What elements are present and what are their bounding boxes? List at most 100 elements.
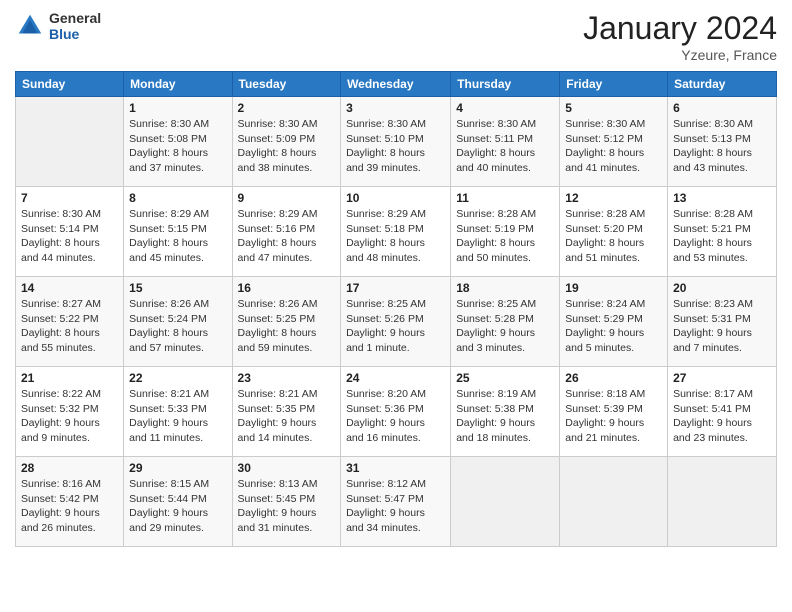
daylight: Daylight: 8 hours and 57 minutes. xyxy=(129,326,226,355)
logo: General Blue xyxy=(15,10,101,42)
sunrise: Sunrise: 8:30 AM xyxy=(238,117,336,132)
calendar-cell-w4-d6 xyxy=(668,457,777,547)
day-number: 20 xyxy=(673,281,771,295)
day-info: Sunrise: 8:30 AM Sunset: 5:11 PM Dayligh… xyxy=(456,117,554,176)
calendar-cell-w1-d2: 9 Sunrise: 8:29 AM Sunset: 5:16 PM Dayli… xyxy=(232,187,341,277)
day-number: 2 xyxy=(238,101,336,115)
logo-text: General Blue xyxy=(49,10,101,42)
calendar-cell-w3-d3: 24 Sunrise: 8:20 AM Sunset: 5:36 PM Dayl… xyxy=(341,367,451,457)
day-number: 3 xyxy=(346,101,445,115)
title-block: January 2024 Yzeure, France xyxy=(583,10,777,63)
day-info: Sunrise: 8:20 AM Sunset: 5:36 PM Dayligh… xyxy=(346,387,445,446)
calendar-cell-w3-d1: 22 Sunrise: 8:21 AM Sunset: 5:33 PM Dayl… xyxy=(124,367,232,457)
day-info: Sunrise: 8:21 AM Sunset: 5:33 PM Dayligh… xyxy=(129,387,226,446)
sunrise: Sunrise: 8:20 AM xyxy=(346,387,445,402)
calendar-cell-w0-d4: 4 Sunrise: 8:30 AM Sunset: 5:11 PM Dayli… xyxy=(451,97,560,187)
sunset: Sunset: 5:35 PM xyxy=(238,402,336,417)
col-thursday: Thursday xyxy=(451,72,560,97)
sunrise: Sunrise: 8:30 AM xyxy=(21,207,118,222)
day-number: 7 xyxy=(21,191,118,205)
calendar-cell-w4-d2: 30 Sunrise: 8:13 AM Sunset: 5:45 PM Dayl… xyxy=(232,457,341,547)
daylight: Daylight: 8 hours and 41 minutes. xyxy=(565,146,662,175)
sunset: Sunset: 5:44 PM xyxy=(129,492,226,507)
sunset: Sunset: 5:12 PM xyxy=(565,132,662,147)
daylight: Daylight: 8 hours and 37 minutes. xyxy=(129,146,226,175)
week-row-3: 21 Sunrise: 8:22 AM Sunset: 5:32 PM Dayl… xyxy=(16,367,777,457)
col-friday: Friday xyxy=(560,72,668,97)
daylight: Daylight: 8 hours and 40 minutes. xyxy=(456,146,554,175)
day-info: Sunrise: 8:30 AM Sunset: 5:09 PM Dayligh… xyxy=(238,117,336,176)
day-info: Sunrise: 8:23 AM Sunset: 5:31 PM Dayligh… xyxy=(673,297,771,356)
day-number: 31 xyxy=(346,461,445,475)
sunset: Sunset: 5:20 PM xyxy=(565,222,662,237)
daylight: Daylight: 9 hours and 21 minutes. xyxy=(565,416,662,445)
day-info: Sunrise: 8:25 AM Sunset: 5:26 PM Dayligh… xyxy=(346,297,445,356)
sunset: Sunset: 5:39 PM xyxy=(565,402,662,417)
daylight: Daylight: 8 hours and 50 minutes. xyxy=(456,236,554,265)
day-number: 18 xyxy=(456,281,554,295)
day-info: Sunrise: 8:13 AM Sunset: 5:45 PM Dayligh… xyxy=(238,477,336,536)
week-row-1: 7 Sunrise: 8:30 AM Sunset: 5:14 PM Dayli… xyxy=(16,187,777,277)
day-number: 13 xyxy=(673,191,771,205)
sunset: Sunset: 5:21 PM xyxy=(673,222,771,237)
day-number: 19 xyxy=(565,281,662,295)
daylight: Daylight: 8 hours and 51 minutes. xyxy=(565,236,662,265)
col-saturday: Saturday xyxy=(668,72,777,97)
calendar-cell-w3-d0: 21 Sunrise: 8:22 AM Sunset: 5:32 PM Dayl… xyxy=(16,367,124,457)
daylight: Daylight: 8 hours and 59 minutes. xyxy=(238,326,336,355)
daylight: Daylight: 8 hours and 47 minutes. xyxy=(238,236,336,265)
day-number: 5 xyxy=(565,101,662,115)
day-info: Sunrise: 8:30 AM Sunset: 5:13 PM Dayligh… xyxy=(673,117,771,176)
calendar-cell-w0-d2: 2 Sunrise: 8:30 AM Sunset: 5:09 PM Dayli… xyxy=(232,97,341,187)
day-number: 14 xyxy=(21,281,118,295)
logo-general: General xyxy=(49,10,101,26)
daylight: Daylight: 8 hours and 48 minutes. xyxy=(346,236,445,265)
day-info: Sunrise: 8:28 AM Sunset: 5:21 PM Dayligh… xyxy=(673,207,771,266)
sunset: Sunset: 5:45 PM xyxy=(238,492,336,507)
sunrise: Sunrise: 8:25 AM xyxy=(456,297,554,312)
day-info: Sunrise: 8:12 AM Sunset: 5:47 PM Dayligh… xyxy=(346,477,445,536)
calendar-cell-w4-d4 xyxy=(451,457,560,547)
day-number: 22 xyxy=(129,371,226,385)
day-number: 16 xyxy=(238,281,336,295)
daylight: Daylight: 9 hours and 3 minutes. xyxy=(456,326,554,355)
col-wednesday: Wednesday xyxy=(341,72,451,97)
header: General Blue January 2024 Yzeure, France xyxy=(15,10,777,63)
day-number: 30 xyxy=(238,461,336,475)
day-info: Sunrise: 8:29 AM Sunset: 5:18 PM Dayligh… xyxy=(346,207,445,266)
daylight: Daylight: 9 hours and 9 minutes. xyxy=(21,416,118,445)
sunrise: Sunrise: 8:28 AM xyxy=(565,207,662,222)
sunrise: Sunrise: 8:21 AM xyxy=(238,387,336,402)
daylight: Daylight: 9 hours and 14 minutes. xyxy=(238,416,336,445)
calendar-cell-w3-d2: 23 Sunrise: 8:21 AM Sunset: 5:35 PM Dayl… xyxy=(232,367,341,457)
sunset: Sunset: 5:47 PM xyxy=(346,492,445,507)
week-row-4: 28 Sunrise: 8:16 AM Sunset: 5:42 PM Dayl… xyxy=(16,457,777,547)
day-number: 24 xyxy=(346,371,445,385)
day-number: 27 xyxy=(673,371,771,385)
sunset: Sunset: 5:41 PM xyxy=(673,402,771,417)
sunset: Sunset: 5:14 PM xyxy=(21,222,118,237)
day-info: Sunrise: 8:26 AM Sunset: 5:24 PM Dayligh… xyxy=(129,297,226,356)
day-info: Sunrise: 8:27 AM Sunset: 5:22 PM Dayligh… xyxy=(21,297,118,356)
calendar-cell-w2-d1: 15 Sunrise: 8:26 AM Sunset: 5:24 PM Dayl… xyxy=(124,277,232,367)
sunrise: Sunrise: 8:28 AM xyxy=(673,207,771,222)
day-number: 15 xyxy=(129,281,226,295)
daylight: Daylight: 8 hours and 43 minutes. xyxy=(673,146,771,175)
day-number: 6 xyxy=(673,101,771,115)
calendar-cell-w0-d0 xyxy=(16,97,124,187)
sunset: Sunset: 5:31 PM xyxy=(673,312,771,327)
day-info: Sunrise: 8:17 AM Sunset: 5:41 PM Dayligh… xyxy=(673,387,771,446)
day-info: Sunrise: 8:21 AM Sunset: 5:35 PM Dayligh… xyxy=(238,387,336,446)
page: General Blue January 2024 Yzeure, France… xyxy=(0,0,792,612)
day-info: Sunrise: 8:29 AM Sunset: 5:16 PM Dayligh… xyxy=(238,207,336,266)
sunrise: Sunrise: 8:16 AM xyxy=(21,477,118,492)
calendar-cell-w3-d6: 27 Sunrise: 8:17 AM Sunset: 5:41 PM Dayl… xyxy=(668,367,777,457)
logo-blue: Blue xyxy=(49,26,101,42)
sunset: Sunset: 5:11 PM xyxy=(456,132,554,147)
day-number: 17 xyxy=(346,281,445,295)
daylight: Daylight: 8 hours and 38 minutes. xyxy=(238,146,336,175)
calendar-cell-w0-d1: 1 Sunrise: 8:30 AM Sunset: 5:08 PM Dayli… xyxy=(124,97,232,187)
day-number: 1 xyxy=(129,101,226,115)
sunrise: Sunrise: 8:17 AM xyxy=(673,387,771,402)
calendar-cell-w3-d4: 25 Sunrise: 8:19 AM Sunset: 5:38 PM Dayl… xyxy=(451,367,560,457)
